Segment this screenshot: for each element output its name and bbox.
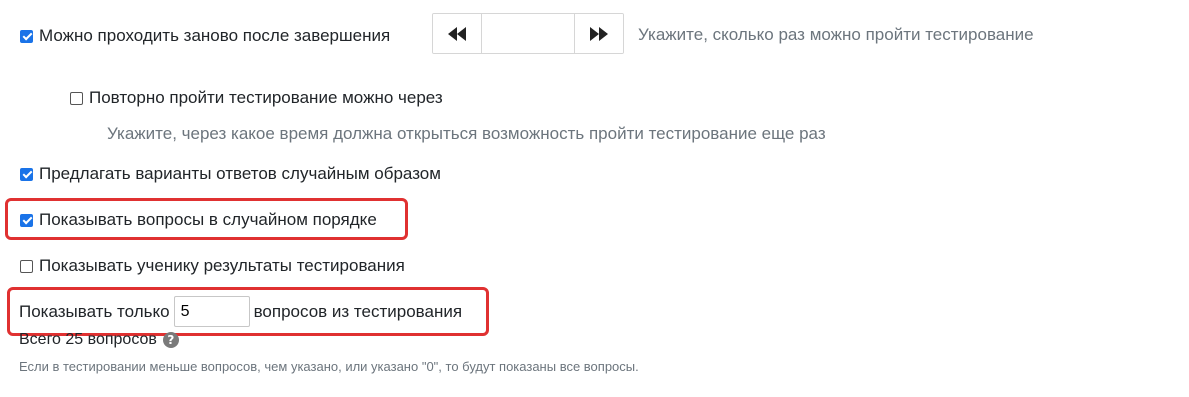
retake-after-checkbox[interactable] bbox=[70, 91, 83, 105]
random-questions-checkbox[interactable] bbox=[20, 213, 33, 227]
limit-suffix-label: вопросов из тестирования bbox=[253, 301, 463, 321]
total-questions-row: Всего 25 вопросов ? bbox=[19, 331, 179, 349]
total-questions-label: Всего 25 вопросов bbox=[19, 331, 157, 348]
decrement-button[interactable] bbox=[433, 14, 482, 53]
retake-count-stepper bbox=[432, 13, 624, 54]
random-answers-option[interactable]: Предлагать варианты ответов случайным об… bbox=[20, 164, 441, 184]
retake-hint: Укажите, сколько раз можно пройти тестир… bbox=[638, 25, 1034, 44]
retake-label: Можно проходить заново после завершения bbox=[39, 26, 391, 45]
retake-after-option[interactable]: Повторно пройти тестирование можно через bbox=[70, 88, 443, 108]
retake-after-hint: Укажите, через какое время должна открыт… bbox=[107, 124, 826, 143]
fast-forward-icon bbox=[590, 26, 608, 41]
increment-button[interactable] bbox=[574, 14, 623, 53]
retake-count-input[interactable] bbox=[482, 14, 574, 53]
retake-option[interactable]: Можно проходить заново после завершения bbox=[20, 26, 390, 46]
question-limit-input[interactable] bbox=[173, 296, 250, 327]
random-answers-checkbox[interactable] bbox=[20, 167, 33, 181]
retake-checkbox[interactable] bbox=[20, 29, 33, 43]
random-questions-option[interactable]: Показывать вопросы в случайном порядке bbox=[20, 210, 377, 230]
random-answers-label: Предлагать варианты ответов случайным об… bbox=[39, 164, 441, 183]
question-limit-row: Показывать только вопросов из тестирован… bbox=[19, 296, 462, 327]
random-questions-label: Показывать вопросы в случайном порядке bbox=[39, 210, 377, 229]
show-results-checkbox[interactable] bbox=[20, 259, 33, 273]
limit-prefix-label: Показывать только bbox=[19, 301, 170, 321]
question-circle-icon[interactable]: ? bbox=[162, 332, 179, 348]
rewind-icon bbox=[448, 26, 466, 41]
limit-note: Если в тестировании меньше вопросов, чем… bbox=[19, 359, 639, 374]
show-results-label: Показывать ученику результаты тестирован… bbox=[39, 256, 405, 275]
show-results-option[interactable]: Показывать ученику результаты тестирован… bbox=[20, 256, 405, 276]
retake-after-label: Повторно пройти тестирование можно через bbox=[89, 88, 443, 107]
